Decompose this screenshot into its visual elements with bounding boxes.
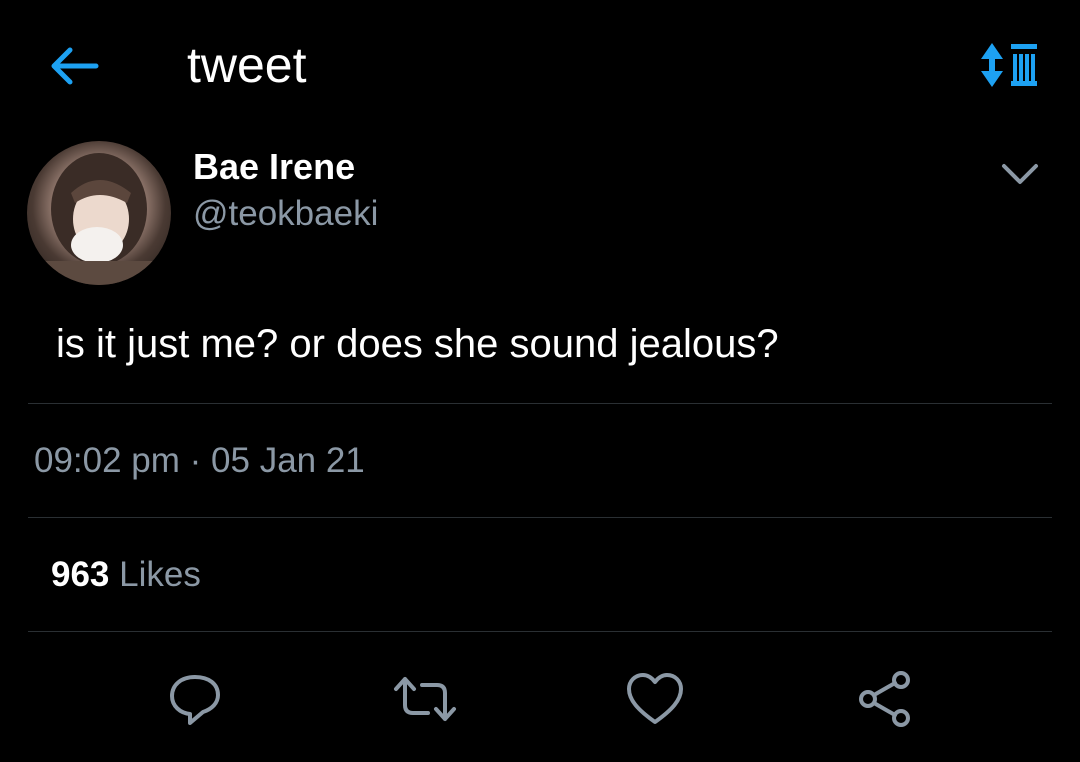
like-button[interactable] xyxy=(620,664,690,734)
retweet-icon xyxy=(394,677,456,721)
retweet-button[interactable] xyxy=(390,664,460,734)
more-options-button[interactable] xyxy=(994,152,1046,196)
divider xyxy=(28,631,1052,632)
reply-button[interactable] xyxy=(160,664,230,734)
tweet-timestamp: 09:02 pm · 05 Jan 21 xyxy=(34,441,365,480)
divider xyxy=(28,517,1052,518)
sort-toggle-icon xyxy=(981,43,1037,87)
comment-icon xyxy=(170,675,220,725)
tweet-text: is it just me? or does she sound jealous… xyxy=(56,322,779,366)
page-title: tweet xyxy=(187,37,307,93)
likes-stat[interactable]: 963 Likes xyxy=(51,552,201,598)
arrow-left-icon xyxy=(51,47,99,85)
share-button[interactable] xyxy=(850,664,920,734)
likes-label: Likes xyxy=(119,555,201,594)
avatar[interactable] xyxy=(27,141,171,285)
likes-count: 963 xyxy=(51,555,110,594)
author-name[interactable]: Bae Irene xyxy=(193,145,355,189)
profile-photo xyxy=(27,153,171,285)
chevron-down-icon xyxy=(1002,164,1038,184)
author-handle[interactable]: @teokbaeki xyxy=(193,192,378,236)
divider xyxy=(28,403,1052,404)
back-button[interactable] xyxy=(48,42,108,90)
heart-icon xyxy=(627,673,683,724)
share-icon xyxy=(859,671,910,727)
sort-toggle-button[interactable] xyxy=(976,40,1040,90)
